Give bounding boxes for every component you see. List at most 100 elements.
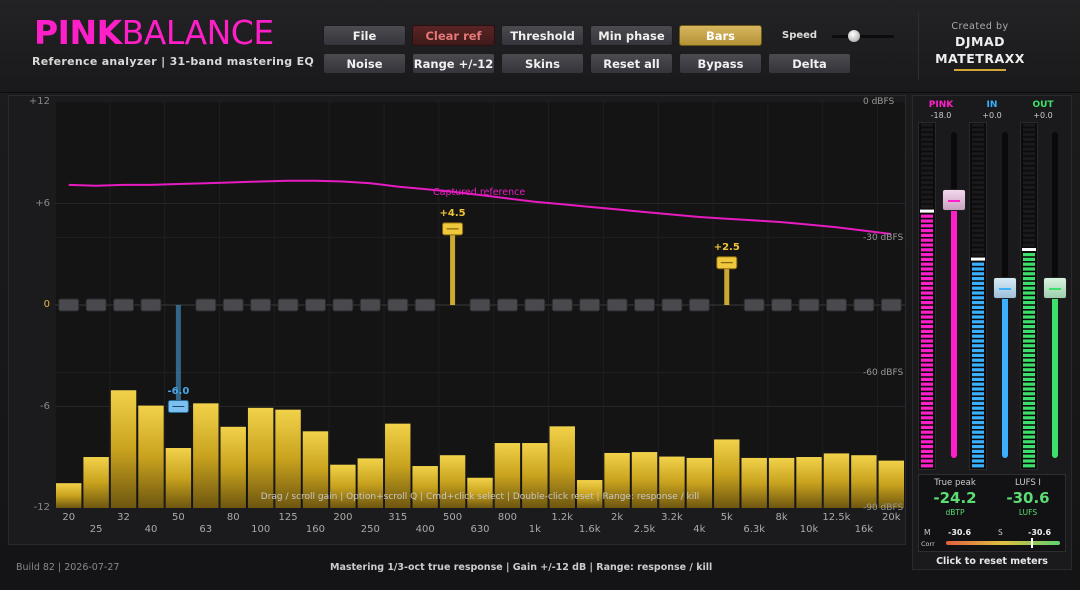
pink-fader-handle[interactable] — [942, 189, 966, 212]
frequency-label: 40 — [144, 524, 158, 535]
speed-slider-knob[interactable] — [847, 30, 860, 42]
meter-segment — [1023, 195, 1035, 199]
meter-segment — [1023, 397, 1035, 401]
meter-segment — [921, 397, 933, 401]
reset-meters-button[interactable]: Click to reset meters — [912, 556, 1072, 567]
meter-segment — [1023, 128, 1035, 132]
out-level-meter — [1020, 122, 1038, 470]
meter-segment — [1023, 214, 1035, 218]
true-peak-value: -24.2 — [933, 489, 977, 507]
meter-segment — [972, 382, 984, 386]
frequency-label: 2k — [611, 512, 624, 523]
band-gain-label: +2.5 — [713, 241, 740, 253]
correlation-marker — [1030, 538, 1033, 548]
meter-segment — [972, 176, 984, 180]
reset-all-button[interactable]: Reset all — [590, 53, 673, 74]
meter-segment — [921, 267, 933, 271]
meter-segment — [972, 315, 984, 319]
meter-segment — [921, 339, 933, 343]
meter-segment — [972, 152, 984, 156]
frequency-label: 12.5k — [822, 512, 851, 523]
meter-segment — [921, 291, 933, 295]
meter-segment — [1023, 349, 1035, 353]
eq-band-handle — [771, 298, 793, 312]
meter-segment — [921, 286, 933, 290]
file-button[interactable]: File — [323, 25, 406, 46]
meter-segment — [921, 219, 933, 223]
eq-band-handle — [743, 298, 765, 312]
lufs-label: LUFS I — [1015, 478, 1041, 488]
meter-segment — [921, 320, 933, 324]
meter-segment — [972, 325, 984, 329]
meter-segment — [972, 301, 984, 305]
correlation-label: Corr — [921, 540, 935, 548]
range-button[interactable]: Range +/-12 — [412, 53, 495, 74]
clear-ref-button[interactable]: Clear ref — [412, 25, 495, 46]
meter-segment — [1023, 137, 1035, 141]
meter-segment — [921, 301, 933, 305]
speed-slider[interactable] — [832, 35, 894, 38]
delta-button[interactable]: Delta — [768, 53, 851, 74]
meter-segment — [1023, 353, 1035, 357]
author-underline — [954, 69, 1006, 71]
header-divider — [918, 12, 919, 80]
y-left-tick: 0 — [43, 299, 50, 310]
meter-segment — [972, 147, 984, 151]
out-fader-handle[interactable] — [1043, 277, 1067, 300]
meter-segment — [1023, 286, 1035, 290]
lufs-unit: LUFS — [1018, 508, 1038, 517]
out-meter-title: OUT — [1032, 100, 1054, 110]
meter-segment — [1023, 310, 1035, 314]
meter-segment — [921, 296, 933, 300]
frequency-label: 800 — [497, 512, 517, 523]
eq-band-handle — [359, 298, 381, 312]
eq-band-handle — [469, 298, 491, 312]
meter-segment — [972, 320, 984, 324]
frequency-label: 80 — [226, 512, 240, 523]
meter-segment — [921, 152, 933, 156]
eq-band-handle — [332, 298, 354, 312]
meter-segment — [972, 440, 984, 444]
frequency-label: 63 — [199, 524, 213, 535]
meter-segment — [972, 368, 984, 372]
meter-segment — [921, 373, 933, 377]
eq-graph-svg — [55, 102, 905, 508]
meter-segment — [921, 123, 933, 127]
meter-segment — [972, 464, 984, 468]
meter-segment — [1023, 358, 1035, 362]
bypass-button[interactable]: Bypass — [679, 53, 762, 74]
meter-segment — [1023, 368, 1035, 372]
meter-segment — [972, 267, 984, 271]
min-phase-button[interactable]: Min phase — [590, 25, 673, 46]
noise-button[interactable]: Noise — [323, 53, 406, 74]
meter-segment — [972, 373, 984, 377]
meter-peak-hold — [920, 209, 934, 213]
meter-segment — [921, 401, 933, 405]
meter-segment — [972, 416, 984, 420]
meter-segment — [1023, 267, 1035, 271]
frequency-label: 6.3k — [743, 524, 766, 535]
meter-segment — [1023, 377, 1035, 381]
frequency-label: 630 — [470, 524, 490, 535]
meter-segment — [921, 464, 933, 468]
meter-segment — [972, 128, 984, 132]
meter-segment — [972, 214, 984, 218]
meter-segment — [972, 281, 984, 285]
skins-button[interactable]: Skins — [501, 53, 584, 74]
meter-segment — [972, 392, 984, 396]
meter-segment — [972, 296, 984, 300]
meter-segment — [921, 243, 933, 247]
meter-segment — [921, 382, 933, 386]
meter-segment — [921, 205, 933, 209]
in-fader-handle[interactable] — [993, 277, 1017, 300]
eq-plot-area[interactable] — [55, 102, 905, 508]
meter-segment — [972, 401, 984, 405]
bars-button[interactable]: Bars — [679, 25, 762, 46]
meter-segment — [1023, 200, 1035, 204]
in-meter-title: IN — [986, 100, 998, 110]
meter-segment — [1023, 190, 1035, 194]
meter-segment — [921, 406, 933, 410]
eq-band-handle — [634, 298, 656, 312]
threshold-button[interactable]: Threshold — [501, 25, 584, 46]
meter-segment — [921, 353, 933, 357]
